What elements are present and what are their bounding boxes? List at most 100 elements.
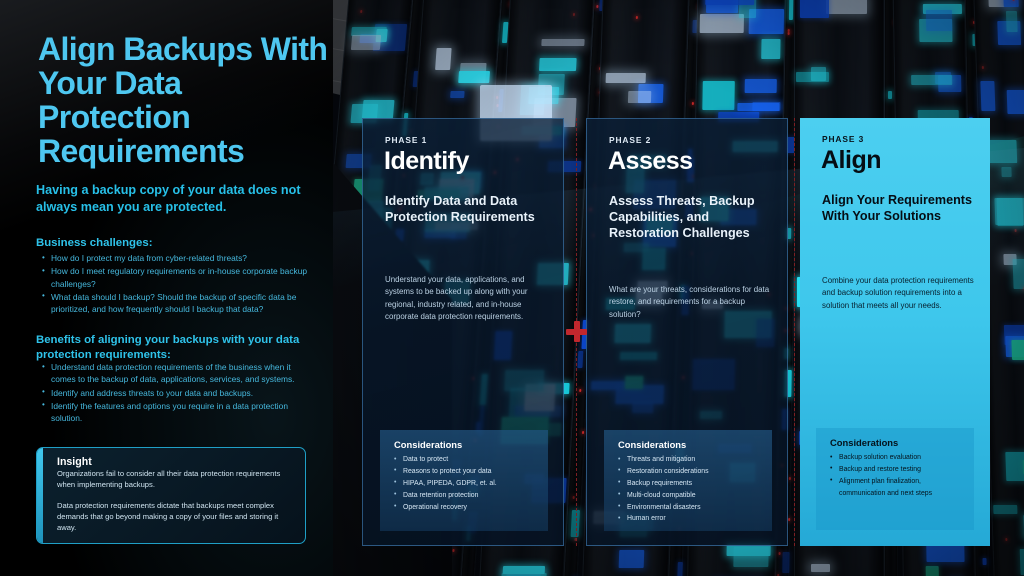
insight-title: Insight — [57, 456, 92, 468]
list-item: Restoration considerations — [618, 465, 764, 478]
considerations-list: Data to protectReasons to protect your d… — [394, 454, 540, 513]
rack-led-indicator — [1006, 90, 1024, 114]
list-item: Threats and mitigation — [618, 454, 764, 466]
rack-led-indicator — [788, 0, 794, 20]
rack-led-indicator — [888, 91, 892, 99]
phase-name: Identify — [384, 147, 469, 175]
page-title: Align Backups With Your Data Protection … — [38, 31, 328, 169]
rack-led-indicator — [1001, 167, 1012, 177]
rack-led-indicator — [1005, 538, 1008, 541]
rack-led-indicator — [826, 0, 867, 14]
rack-led-indicator — [581, 431, 585, 434]
list-item: Data retention protection — [394, 489, 540, 502]
rack-led-indicator — [635, 16, 638, 19]
rack-led-indicator — [811, 67, 826, 81]
list-item: Backup requirements — [618, 477, 764, 490]
rack-led-indicator — [539, 58, 577, 71]
considerations-title: Considerations — [618, 439, 687, 450]
insight-accent-bar — [37, 448, 43, 543]
rack-led-indicator — [1005, 452, 1024, 481]
rack-led-indicator — [800, 0, 829, 18]
rack-led-indicator — [980, 81, 996, 111]
rack-led-indicator — [982, 558, 987, 565]
phase-name: Assess — [608, 147, 693, 175]
rack-led-indicator — [360, 10, 363, 13]
rack-led-indicator — [435, 48, 452, 70]
rack-led-indicator — [1005, 11, 1018, 32]
insight-paragraph-1: Organizations fail to consider all their… — [57, 469, 281, 489]
rack-led-indicator — [761, 39, 781, 59]
page-subtitle: Having a backup copy of your data does n… — [36, 183, 301, 214]
business-challenges-heading: Business challenges: — [36, 237, 153, 249]
rack-led-indicator — [705, 0, 755, 5]
infographic-root: Align Backups With Your Data Protection … — [0, 0, 1024, 576]
rack-led-indicator — [699, 14, 744, 33]
list-item: Identify the features and options you re… — [40, 399, 312, 425]
phase-body: Understand your data, applications, and … — [385, 275, 528, 321]
phase-label: PHASE 2 — [609, 135, 652, 145]
list-item: Operational recovery — [394, 501, 540, 514]
phase-separator-dashed-2 — [794, 118, 795, 546]
rack-led-indicator — [596, 5, 599, 8]
rack-led-indicator — [627, 91, 652, 103]
rack-led-indicator — [744, 79, 777, 93]
left-content-panel: Align Backups With Your Data Protection … — [0, 0, 333, 576]
rack-led-indicator — [458, 71, 491, 83]
rack-led-indicator — [788, 518, 791, 521]
rack-led-indicator — [1012, 259, 1024, 289]
insight-paragraph-2: Data protection requirements dictate tha… — [57, 501, 279, 532]
phase-headline: Assess Threats, Backup Capabilities, and… — [609, 194, 755, 240]
rack-led-indicator — [605, 73, 646, 83]
rack-led-indicator — [925, 566, 940, 576]
considerations-list: Backup solution evaluationBackup and res… — [830, 452, 966, 500]
benefits-heading: Benefits of aligning your backups with y… — [36, 334, 300, 361]
rack-led-indicator — [618, 550, 645, 568]
rack-led-indicator — [502, 566, 546, 574]
considerations-title: Considerations — [830, 437, 899, 448]
considerations-box: Considerations Backup solution evaluatio… — [816, 428, 974, 530]
benefits-list: Understand data protection requirements … — [40, 361, 312, 425]
rack-led-indicator — [541, 39, 585, 46]
rack-led-indicator — [702, 81, 735, 110]
phase-card-align[interactable]: PHASE 3 Align Align Your Requirements Wi… — [800, 118, 990, 546]
phase-label: PHASE 3 — [822, 134, 865, 144]
phase-label: PHASE 1 — [385, 135, 428, 145]
rack-led-indicator — [577, 351, 584, 368]
list-item: What data should I backup? Should the ba… — [40, 290, 312, 316]
phase-headline: Identify Data and Data Protection Requir… — [385, 194, 535, 224]
list-item: How do I meet regulatory requirements or… — [40, 265, 312, 290]
rack-led-indicator — [778, 552, 781, 555]
rack-led-indicator — [1003, 0, 1019, 7]
rack-led-indicator — [782, 552, 790, 573]
rack-led-indicator — [572, 496, 575, 499]
rack-led-indicator — [987, 140, 1018, 163]
rack-led-indicator — [1019, 549, 1024, 575]
rack-led-indicator — [1011, 340, 1024, 360]
rack-led-indicator — [350, 35, 382, 50]
list-item: Environmental disasters — [618, 501, 764, 514]
list-item: Alignment plan finalization, communicati… — [830, 475, 966, 500]
phase-body: Combine your data protection requirement… — [822, 276, 974, 310]
rack-led-indicator — [993, 505, 1018, 514]
list-item: How do I protect my data from cyber-rela… — [40, 251, 312, 264]
rack-led-indicator — [752, 102, 781, 111]
considerations-title: Considerations — [394, 439, 463, 450]
list-item: HIPAA, PIPEDA, GDPR, et. al. — [394, 477, 540, 490]
plus-icon — [566, 321, 587, 342]
considerations-box: Considerations Data to protectReasons to… — [380, 430, 548, 531]
list-item: Data to protect — [394, 454, 540, 466]
rack-led-indicator — [579, 389, 582, 392]
rack-led-indicator — [1014, 229, 1017, 232]
phase-card-identify[interactable]: PHASE 1 Identify Identify Data and Data … — [362, 118, 564, 546]
rack-led-indicator — [811, 564, 830, 572]
list-item: Backup and restore testing — [830, 463, 966, 476]
phase-body: What are your threats, considerations fo… — [609, 285, 770, 319]
list-item: Multi-cloud compatible — [618, 489, 764, 502]
phase-card-assess[interactable]: PHASE 2 Assess Assess Threats, Backup Ca… — [586, 118, 788, 546]
rack-led-indicator — [787, 29, 790, 32]
rack-led-indicator — [911, 75, 953, 85]
rack-led-indicator — [452, 549, 455, 552]
list-item: Backup solution evaluation — [830, 452, 966, 464]
list-item: Understand data protection requirements … — [40, 361, 312, 386]
list-item: Reasons to protect your data — [394, 465, 540, 478]
